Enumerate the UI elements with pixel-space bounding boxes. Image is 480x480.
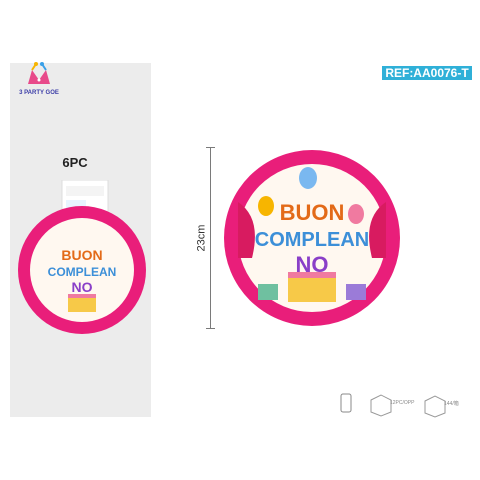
packing-item2-label: 144/箱: [444, 401, 459, 407]
plate-large-text-1: BUON: [280, 200, 345, 225]
packing-item1-label: 12PC/OPP: [390, 400, 415, 406]
packaged-plates: BUON COMPLEAN NO: [18, 180, 146, 334]
dimension-label: 23cm: [195, 224, 208, 252]
cake-icon: [288, 276, 336, 302]
phone-icon: [340, 393, 352, 413]
balloon-icon: [348, 204, 364, 224]
cake-frosting: [288, 272, 336, 278]
package-count: 6PC: [62, 155, 88, 170]
cake-icon: [68, 298, 96, 312]
packing-info: 12PC/OPP 144/箱: [330, 390, 476, 422]
balloon-icon: [299, 167, 317, 189]
header-card-text: [66, 186, 104, 196]
brand-name: 3 PARTY GOE: [19, 90, 59, 96]
ref-badge: REF:AA0076-T: [382, 66, 472, 80]
dimension-line: [210, 147, 211, 328]
gift-icon: [346, 284, 366, 300]
balloon-icon: [258, 196, 274, 216]
cake-frosting: [68, 294, 96, 298]
plate-text-2: COMPLEAN: [48, 265, 117, 279]
dimension-tick-top: [206, 147, 215, 148]
plate-text-3: NO: [72, 279, 93, 295]
gift-icon: [258, 284, 278, 300]
plate-large-text-2: COMPLEAN: [255, 229, 369, 251]
plate-large: BUON COMPLEAN NO: [224, 150, 400, 326]
jester-hat-icon: [28, 62, 50, 84]
brand-logo: 3 PARTY GOE: [14, 60, 64, 102]
dimension-tick-bottom: [206, 328, 215, 329]
plate-text-1: BUON: [61, 247, 102, 263]
